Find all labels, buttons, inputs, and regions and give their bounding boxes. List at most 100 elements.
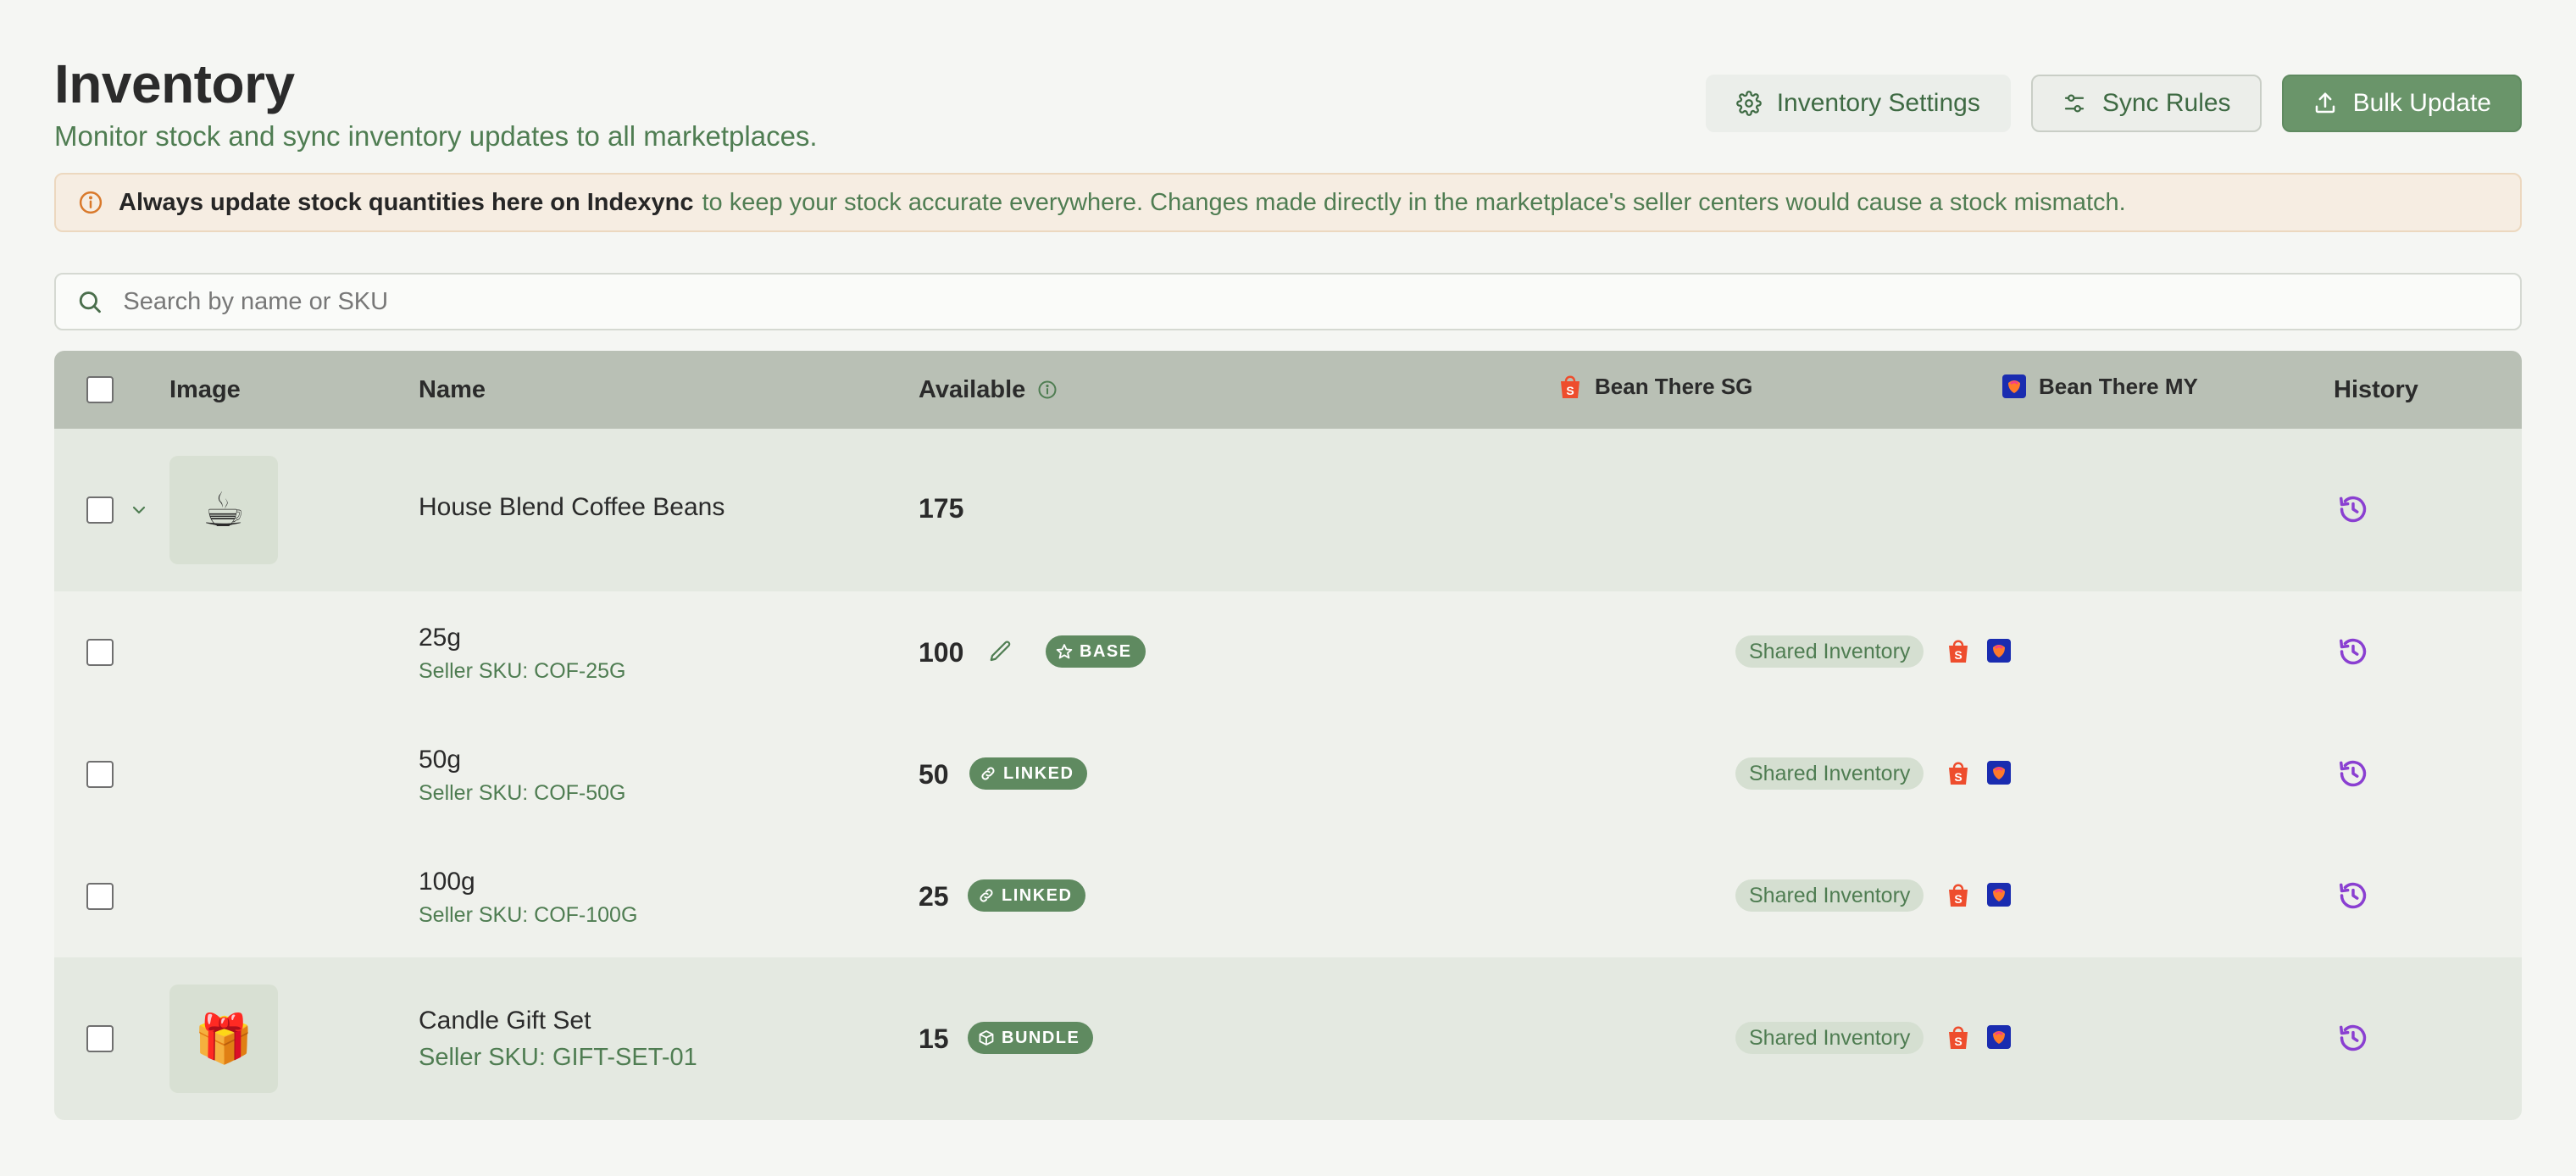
link-icon [981,767,995,780]
lazada-icon [1987,883,2011,907]
badge-label: BUNDLE [1002,1028,1080,1047]
shopee-listing: S [1946,881,1971,908]
linked-badge: LINKED [968,879,1086,912]
base-badge: BASE [1046,635,1146,668]
edit-quantity-button[interactable] [988,639,1013,664]
bulk-update-button[interactable]: Bulk Update [2281,75,2522,132]
row-select-cell [86,761,114,788]
badge-label: LINKED [1003,763,1074,783]
search-icon [79,291,101,313]
upload-icon [2315,92,2334,114]
star-icon [1056,644,1073,659]
inventory-table: Image Name Available S Bean There SG Bea… [54,351,2522,1120]
product-name: House Blend Coffee Beans [419,493,725,521]
bundle-name-cell: Candle Gift Set Seller SKU: GIFT-SET-01 [419,1007,697,1072]
alert-bold-text: Always update stock quantities here on I… [119,188,694,216]
inventory-settings-label: Inventory Settings [1776,89,1980,117]
svg-text:S: S [1954,648,1962,662]
row-checkbox[interactable] [86,496,114,524]
table-header: Image Name Available S Bean There SG Bea… [54,351,2522,429]
history-button[interactable] [2337,493,2369,525]
sync-rules-button[interactable]: Sync Rules [2030,75,2262,132]
search-bar [54,273,2522,330]
history-button[interactable] [2337,879,2369,912]
variant-name: 100g [419,868,475,896]
svg-text:S: S [1954,1035,1962,1048]
shopee-icon: S [1949,1026,1968,1049]
history-button[interactable] [2337,757,2369,790]
lazada-listing [1986,881,2012,908]
history-icon [2340,496,2367,523]
variant-sku: Seller SKU: COF-100G [419,903,638,927]
svg-text:S: S [1566,384,1574,397]
available-quantity: 25 [919,881,949,912]
bundle-badge: BUNDLE [968,1022,1094,1054]
row-checkbox[interactable] [86,761,114,788]
available-label: Available [919,375,1026,403]
lazada-icon [1987,1025,2011,1049]
row-select-cell [86,496,114,524]
history-icon [2340,882,2367,909]
shopee-listing: S [1946,1023,1971,1051]
bean-there-sg-label: Bean There SG [1595,373,1753,399]
header-actions: Inventory Settings Sync Rules Bulk Updat… [1705,75,2522,132]
inventory-page: Inventory Monitor stock and sync invento… [54,0,2522,1120]
inventory-settings-button[interactable]: Inventory Settings [1705,75,2011,132]
shared-inventory-tag: Shared Inventory [1735,879,1924,912]
row-select-cell [86,883,114,910]
column-header-bean-there-my: Bean There MY [2001,351,2198,425]
lazada-listing [1986,1023,2012,1051]
page-title: Inventory [54,53,295,114]
shopee-listing: S [1946,759,1971,786]
table-row: 100g Seller SKU: COF-100G 25 LINKED Shar… [54,835,2522,957]
lazada-icon [1987,761,2011,785]
product-sku: Seller SKU: GIFT-SET-01 [419,1044,697,1071]
lazada-listing [1986,759,2012,786]
product-name: Candle Gift Set [419,1007,591,1035]
shared-inventory-tag: Shared Inventory [1735,1022,1924,1054]
product-image-cell: 🎁 [169,985,278,1093]
expand-toggle[interactable] [129,500,149,520]
table-row: 🎁 Candle Gift Set Seller SKU: GIFT-SET-0… [54,957,2522,1120]
badge-label: BASE [1080,641,1132,661]
history-button[interactable] [2337,1022,2369,1054]
row-checkbox[interactable] [86,1025,114,1052]
history-icon [2340,638,2367,665]
column-header-name: Name [419,375,486,403]
shared-inventory-tag: Shared Inventory [1735,757,1924,790]
page-subtitle: Monitor stock and sync inventory updates… [54,120,818,152]
column-header-bean-there-sg: S Bean There SG [1557,351,1752,425]
history-icon [2340,760,2367,787]
select-all-checkbox[interactable] [86,376,114,403]
search-input[interactable] [123,287,2500,316]
svg-text:S: S [1954,770,1962,784]
table-row: 25g Seller SKU: COF-25G 100 BASE Shared … [54,591,2522,713]
table-row: ☕ House Blend Coffee Beans 175 [54,429,2522,591]
shopee-icon: S [1949,640,1968,663]
history-icon [2340,1024,2367,1051]
select-all-cell [86,351,114,429]
shopee-icon: S [1561,375,1579,398]
available-quantity: 175 [919,493,964,524]
info-icon[interactable] [1037,380,1058,400]
available-quantity: 15 [919,1023,949,1054]
column-header-image: Image [169,375,241,403]
row-select-cell [86,1025,114,1052]
row-checkbox[interactable] [86,639,114,666]
box-icon [979,1030,994,1046]
chevron-down-icon [132,506,146,514]
coffee-cup-icon: ☕ [169,456,278,564]
sliders-icon [2064,94,2084,113]
variant-name-cell: 100g Seller SKU: COF-100G [419,868,637,928]
history-button[interactable] [2337,635,2369,668]
stock-warning-alert: Always update stock quantities here on I… [54,173,2522,232]
info-icon [79,191,103,214]
variant-sku: Seller SKU: COF-25G [419,659,626,683]
variant-name: 25g [419,624,462,652]
gift-box-icon: 🎁 [169,985,278,1093]
gear-icon [1735,91,1762,116]
row-checkbox[interactable] [86,883,114,910]
column-header-history: History [2334,375,2418,403]
bean-there-my-label: Bean There MY [2039,373,2198,399]
shopee-listing: S [1946,637,1971,664]
